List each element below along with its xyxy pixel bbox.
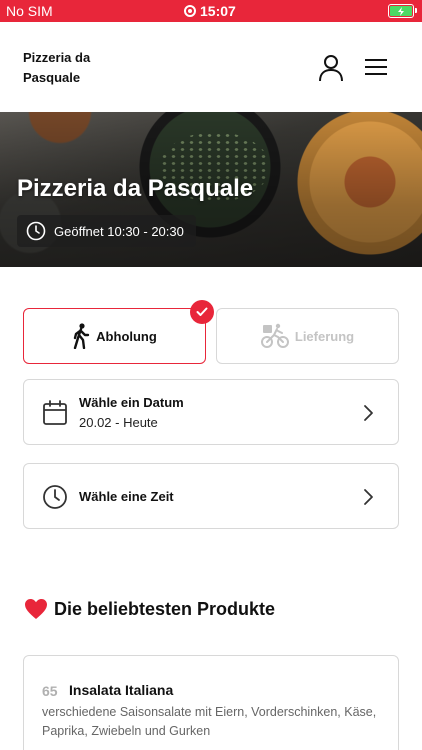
product-name: Insalata Italiana	[69, 682, 174, 698]
chevron-right-icon	[364, 489, 373, 505]
opening-hours-text: Geöffnet 10:30 - 20:30	[54, 223, 184, 239]
product-number: 65	[42, 683, 58, 699]
time-selector[interactable]: Wähle eine Zeit	[23, 463, 399, 529]
brand-name[interactable]: Pizzeria da Pasquale	[23, 48, 133, 88]
calendar-icon	[43, 400, 67, 425]
pickup-label: Abholung	[96, 328, 157, 344]
hamburger-menu-icon[interactable]	[365, 58, 389, 76]
hero-banner: Pizzeria da Pasquale Geöffnet 10:30 - 20…	[0, 112, 422, 267]
chevron-right-icon	[364, 405, 373, 421]
date-selector-title: Wähle ein Datum	[79, 395, 184, 410]
status-time: 15:07	[184, 3, 236, 19]
restaurant-title: Pizzeria da Pasquale	[17, 175, 254, 202]
date-selector-value: 20.02 - Heute	[79, 415, 158, 430]
battery-icon	[388, 4, 417, 18]
popular-products-title: Die beliebtesten Produkte	[54, 598, 276, 619]
product-card[interactable]: 65 Insalata Italiana verschiedene Saison…	[23, 655, 399, 750]
time-selector-title: Wähle eine Zeit	[79, 489, 174, 504]
delivery-bike-icon	[260, 323, 289, 348]
recording-icon	[184, 5, 196, 17]
delivery-option-button[interactable]: Lieferung	[216, 308, 399, 364]
status-bar: No SIM 15:07	[0, 0, 422, 22]
product-description: verschiedene Saisonsalate mit Eiern, Vor…	[42, 705, 377, 738]
delivery-label: Lieferung	[294, 328, 355, 344]
walking-person-icon	[73, 323, 90, 349]
user-account-icon[interactable]	[318, 54, 344, 82]
heart-icon	[25, 599, 47, 619]
clock-icon	[43, 485, 67, 509]
clock-time: 15:07	[200, 3, 236, 19]
carrier-label: No SIM	[6, 3, 53, 19]
date-selector[interactable]: Wähle ein Datum 20.02 - Heute	[23, 379, 399, 445]
pickup-option-button[interactable]: Abholung	[23, 308, 206, 364]
popular-products-heading: Die beliebtesten Produkte	[24, 598, 275, 620]
app-header: Pizzeria da Pasquale	[0, 22, 422, 112]
selected-check-icon	[190, 300, 214, 324]
clock-icon	[26, 221, 46, 241]
opening-hours-badge: Geöffnet 10:30 - 20:30	[17, 215, 196, 247]
